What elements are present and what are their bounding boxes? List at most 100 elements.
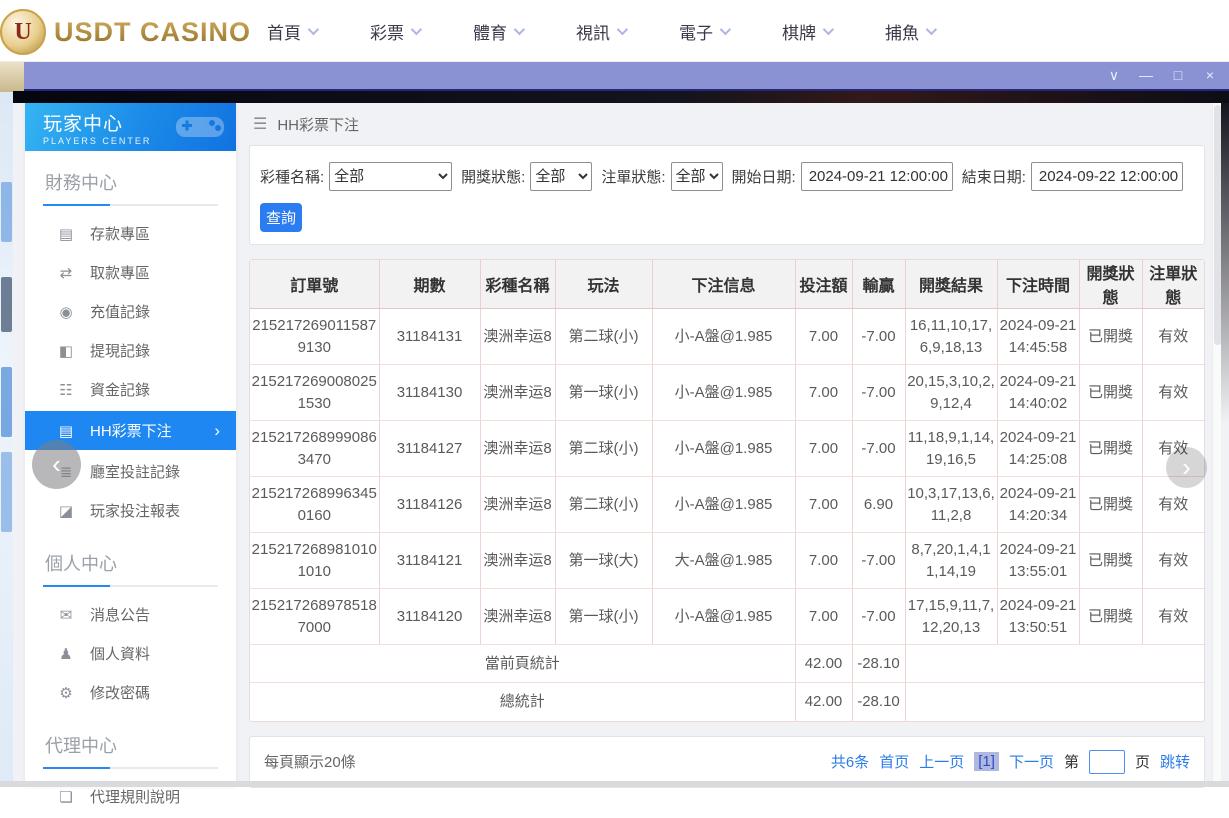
table-cell: 2152172689810101010 [250, 532, 380, 589]
order-status-select[interactable]: 全部 [670, 162, 723, 191]
nav-item-3[interactable]: 視訊 [549, 0, 652, 62]
summary-bet-total: 42.00 [795, 682, 853, 721]
table-cell: 7.00 [795, 532, 853, 589]
sidebar-section-header: 財務中心 [45, 173, 117, 193]
section-divider [43, 204, 218, 206]
sidebar-item-1-0[interactable]: ✉ 消息公告 [43, 595, 218, 634]
table-cell: 澳洲幸运8 [480, 532, 556, 589]
sidebar-item-0-0[interactable]: ▤ 存款專區 [43, 214, 218, 253]
table-cell: 2024-09-21 13:50:51 [997, 588, 1080, 645]
sidebar-item-label: 充值記錄 [90, 304, 151, 321]
nav-item-4[interactable]: 電子 [652, 0, 755, 62]
summary-label: 總統計 [250, 682, 796, 721]
table-cell: 第一球(小) [555, 588, 653, 645]
brand-logo[interactable]: U USDT CASINO [0, 9, 251, 55]
table-cell: 已開獎 [1079, 420, 1143, 477]
total-count-text: 共6条 [830, 754, 870, 771]
sidebar-item-label: 消息公告 [90, 607, 151, 624]
sidebar-item-label: 存款專區 [90, 226, 151, 243]
expand-right-arrow-icon[interactable]: › [1166, 447, 1207, 488]
table-cell: 7.00 [795, 420, 853, 477]
summary-row: 總統計 42.00 -28.10 [250, 682, 1204, 721]
search-button[interactable]: 查詢 [260, 203, 302, 232]
bell-icon: ✉ [59, 606, 73, 624]
column-header: 彩種名稱 [480, 260, 556, 309]
page-title: HH彩票下注 [277, 116, 360, 134]
table-cell: 7.00 [795, 588, 853, 645]
table-cell: 有效 [1142, 308, 1204, 365]
nav-item-label: 首頁 [267, 23, 301, 43]
nav-item-6[interactable]: 捕魚 [858, 0, 961, 62]
next-page-link[interactable]: 下一页 [1009, 751, 1054, 772]
sidebar-item-0-7[interactable]: ◪ 玩家投注報表 [43, 491, 218, 530]
column-header: 下注信息 [652, 260, 796, 309]
casino-logo-icon: U [0, 9, 46, 55]
nav-menu: 首頁 彩票 體育 視訊 電子 棋牌 捕魚 [240, 0, 961, 62]
prev-page-link[interactable]: 上一页 [919, 751, 964, 772]
vertical-scrollbar[interactable] [1212, 103, 1221, 787]
end-date-input[interactable] [1030, 162, 1183, 191]
table-cell: 第二球(小) [555, 476, 653, 533]
sidebar-item-label: 個人資料 [90, 646, 151, 663]
scrollbar-thumb[interactable] [1214, 105, 1221, 345]
lottery-name-select[interactable]: 全部 [329, 162, 453, 191]
table-cell: 小-A盤@1.985 [652, 420, 796, 477]
table-cell: -7.00 [852, 420, 906, 477]
start-date-input[interactable] [800, 162, 953, 191]
bets-table-card: 訂單號 期數 彩種名稱 玩法 下注信息 投注額 輸贏 開獎結果 下注時間 開獎狀態 注單狀態 215… [249, 259, 1205, 722]
sidebar-item-label: 取款專區 [90, 265, 151, 282]
table-cell: 2152172690115879130 [250, 308, 380, 365]
sidebar-item-label: 廳室投註記錄 [90, 464, 181, 481]
gamepad-icon [176, 117, 224, 137]
table-cell: 有效 [1142, 364, 1204, 421]
nav-item-5[interactable]: 棋牌 [755, 0, 858, 62]
sidebar-item-0-2[interactable]: ◉ 充值記錄 [43, 292, 218, 331]
first-page-link[interactable]: 首页 [879, 751, 909, 772]
close-icon[interactable]: × [1201, 62, 1219, 89]
table-cell: 2024-09-21 13:55:01 [997, 532, 1080, 589]
sidebar-item-0-4[interactable]: ☷ 資金記錄 [43, 370, 218, 409]
draw-status-select[interactable]: 全部 [530, 162, 593, 191]
sidebar-item-0-1[interactable]: ⇄ 取款專區 [43, 253, 218, 292]
table-cell: 澳洲幸运8 [480, 308, 556, 365]
summary-empty-cell [905, 644, 1204, 683]
chevron-down-icon [925, 23, 938, 36]
document-icon: ❏ [59, 788, 73, 806]
window-titlebar[interactable]: ∨ — □ × [24, 62, 1229, 91]
window-right-banner [1221, 103, 1229, 423]
sidebar-item-label: 資金記錄 [90, 382, 151, 399]
collapse-left-arrow-icon[interactable]: ‹ [32, 440, 81, 489]
maximize-icon[interactable]: □ [1169, 62, 1187, 89]
summary-win-total: -28.10 [852, 682, 906, 721]
sidebar-section-1: 個人中心 ✉ 消息公告 ♟ 個人資料 ⚙ 修改密碼 [25, 532, 236, 714]
table-cell: 7.00 [795, 476, 853, 533]
minimize-icon[interactable]: — [1137, 62, 1155, 89]
chevron-down-icon [410, 23, 423, 36]
table-row: 2152172689810101010 31184121 澳洲幸运8 第一球(大) 大-… [250, 532, 1204, 589]
table-cell: 10,3,17,13,6,11,2,8 [905, 476, 998, 533]
chevron-down-icon[interactable]: ∨ [1105, 62, 1123, 89]
table-cell: 澳洲幸运8 [480, 364, 556, 421]
order-status-label: 注單狀態: [601, 169, 666, 186]
summary-row: 當前頁統計 42.00 -28.10 [250, 644, 1204, 683]
table-cell: 7.00 [795, 308, 853, 365]
withdrawal-record-icon: ◧ [58, 342, 74, 360]
hamburger-menu-icon[interactable]: ☰ [253, 114, 267, 134]
nav-item-label: 彩票 [370, 23, 404, 43]
table-cell: 2152172689963450160 [250, 476, 380, 533]
nav-item-0[interactable]: 首頁 [240, 0, 343, 62]
sidebar-item-1-2[interactable]: ⚙ 修改密碼 [43, 673, 218, 712]
nav-item-1[interactable]: 彩票 [343, 0, 446, 62]
nav-item-label: 捕魚 [885, 23, 919, 43]
page-jump-input[interactable] [1088, 749, 1125, 774]
table-cell: 已開獎 [1079, 476, 1143, 533]
table-cell: 8,7,20,1,4,11,14,19 [905, 532, 998, 589]
banner-art [1, 277, 12, 332]
background-banner-corner [0, 62, 24, 92]
table-cell: 第二球(小) [555, 308, 653, 365]
sidebar-item-1-1[interactable]: ♟ 個人資料 [43, 634, 218, 673]
chevron-down-icon [616, 23, 629, 36]
sidebar-item-0-3[interactable]: ◧ 提現記錄 [43, 331, 218, 370]
jump-button[interactable]: 跳转 [1160, 751, 1190, 772]
nav-item-2[interactable]: 體育 [446, 0, 549, 62]
